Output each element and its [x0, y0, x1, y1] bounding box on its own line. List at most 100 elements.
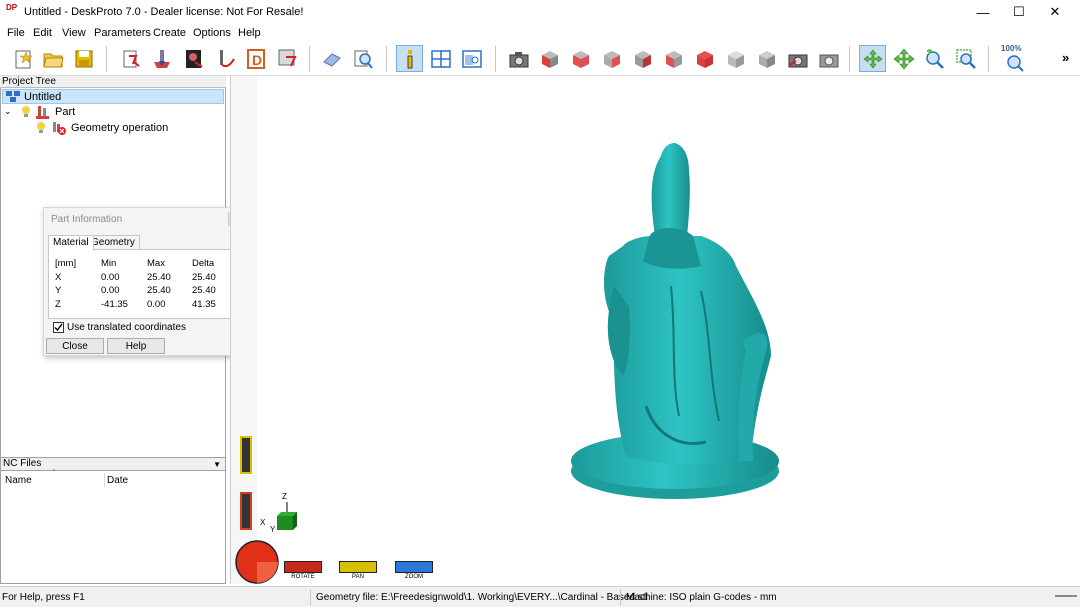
pan-view-icon[interactable] — [890, 45, 917, 72]
table-cell: 25.40 — [147, 272, 171, 283]
camera-store-icon[interactable] — [815, 45, 842, 72]
checkbox-checked-icon[interactable] — [53, 322, 64, 333]
view-bottom-icon[interactable] — [722, 45, 749, 72]
status-machine: Machine: ISO plain G-codes - mm — [626, 592, 777, 603]
rotate-control[interactable] — [284, 561, 322, 573]
rotate-label: ROTATE — [291, 574, 315, 580]
tree-root-label: Untitled — [24, 90, 62, 103]
tree-operation-label: Geometry operation — [71, 121, 169, 134]
pan-label: PAN — [352, 574, 364, 580]
table-header-delta: Delta — [192, 258, 215, 269]
create-d-icon[interactable]: D — [242, 45, 269, 72]
menu-edit[interactable]: Edit — [33, 27, 52, 39]
new-project-icon[interactable] — [9, 45, 36, 72]
status-help-text: For Help, press F1 — [2, 592, 85, 603]
menu-parameters[interactable]: Parameters — [94, 27, 151, 39]
table-header-unit: [mm] — [55, 258, 77, 269]
table-cell: 0.00 — [147, 299, 166, 310]
cardinal-figure-model — [571, 143, 779, 499]
view-front-icon[interactable] — [567, 45, 594, 72]
nc-files-header[interactable]: NC Files ▼ — [0, 457, 226, 471]
import-geometry-icon[interactable] — [117, 45, 144, 72]
tree-root-untitled[interactable]: Untitled — [2, 89, 224, 104]
toolbar-overflow-button[interactable]: » — [1062, 50, 1069, 65]
nc-files-dropdown-icon[interactable]: ▼ — [213, 459, 221, 471]
table-header-max: Max — [147, 258, 165, 269]
tree-part-label: Part — [55, 105, 76, 118]
view-left-icon[interactable] — [660, 45, 687, 72]
table-cell: 41.35 — [192, 299, 216, 310]
dialog-title: Part Information — [51, 214, 123, 225]
translated-coordinates-checkbox[interactable]: Use translated coordinates — [53, 322, 186, 333]
open-folder-icon[interactable] — [39, 45, 66, 72]
part-operation-icon[interactable] — [148, 45, 175, 72]
rotate-dial-icon[interactable] — [233, 538, 281, 584]
rotate-view-icon[interactable] — [859, 45, 886, 72]
save-disk-icon[interactable] — [70, 45, 97, 72]
table-cell: 25.40 — [192, 285, 216, 296]
menu-file[interactable]: File — [7, 27, 25, 39]
view-right-icon[interactable] — [598, 45, 625, 72]
operation-error-icon — [53, 121, 66, 135]
magnify-document-icon[interactable] — [349, 45, 376, 72]
status-bar: For Help, press F1 Geometry file: E:\Fre… — [0, 586, 1080, 607]
view-top-icon[interactable] — [691, 45, 718, 72]
tree-item-geometry-operation[interactable]: Geometry operation — [35, 120, 168, 135]
eraser-icon[interactable] — [318, 45, 345, 72]
zoom-100-icon[interactable]: 100% — [999, 44, 1029, 72]
table-cell: Z — [55, 299, 61, 310]
table-header-min: Min — [101, 258, 117, 269]
nc-column-name[interactable]: Name — [5, 475, 32, 486]
tab-material[interactable]: Material — [48, 235, 94, 250]
view-iso-icon[interactable] — [536, 45, 563, 72]
close-button[interactable]: Close — [46, 338, 104, 354]
menu-bar: File Edit View Parameters Create Options… — [0, 24, 1080, 42]
chevron-down-icon[interactable]: ⌄ — [4, 106, 16, 117]
zoom-level-label: 100% — [1001, 44, 1022, 53]
minimize-button[interactable]: — — [966, 0, 1000, 24]
project-root-icon — [6, 91, 20, 102]
table-cell: -41.35 — [101, 299, 128, 310]
close-window-button[interactable]: ✕ — [1038, 0, 1072, 24]
info-icon[interactable] — [396, 45, 423, 72]
part-information-dialog: Part Information Material Geometry [mm] … — [43, 207, 245, 356]
zoom-in-icon[interactable] — [921, 45, 948, 72]
menu-help[interactable]: Help — [238, 27, 261, 39]
status-geometry-file: Geometry file: E:\Freedesignwold\1. Work… — [316, 592, 648, 603]
camera-reset-icon[interactable] — [784, 45, 811, 72]
lightbulb-icon[interactable] — [35, 121, 47, 135]
window-title: Untitled - DeskProto 7.0 - Dealer licens… — [24, 6, 304, 18]
lightbulb-icon[interactable] — [20, 105, 32, 119]
save-nc-icon[interactable] — [273, 45, 300, 72]
help-button[interactable]: Help — [107, 338, 165, 354]
maximize-button[interactable]: ☐ — [1002, 0, 1036, 24]
layout-window-icon[interactable] — [427, 45, 454, 72]
table-cell: Y — [55, 285, 62, 296]
menu-create[interactable]: Create — [153, 27, 186, 39]
image-operation-icon[interactable] — [180, 45, 207, 72]
zoom-control[interactable] — [395, 561, 433, 573]
resize-grip-icon[interactable] — [1055, 595, 1077, 597]
menu-options[interactable]: Options — [193, 27, 231, 39]
zoom-window-icon[interactable] — [952, 45, 979, 72]
nc-files-list[interactable]: Name Date ⌃ — [0, 469, 226, 584]
axis-indicator: Z X Y — [259, 492, 303, 540]
view-shaded-icon[interactable] — [753, 45, 780, 72]
tab-geometry[interactable]: Geometry — [86, 235, 140, 249]
3d-viewport[interactable]: ◀ Z X Y ROTATE PAN ZOOM — [230, 76, 1080, 584]
svg-text:D: D — [252, 52, 262, 68]
view-window-icon[interactable] — [458, 45, 485, 72]
deskproto-logo-icon: DP — [6, 3, 18, 12]
toolpath-icon[interactable] — [211, 45, 238, 72]
view-back-icon[interactable] — [629, 45, 656, 72]
camera-icon[interactable] — [505, 45, 532, 72]
pan-control[interactable] — [339, 561, 377, 573]
project-tree-header: Project Tree — [0, 76, 226, 88]
menu-view[interactable]: View — [62, 27, 86, 39]
nc-column-date[interactable]: Date — [107, 475, 128, 486]
table-cell: 0.00 — [101, 272, 120, 283]
zoom-slider-vertical[interactable] — [240, 492, 252, 530]
table-cell: 0.00 — [101, 285, 120, 296]
rotate-slider-vertical[interactable] — [240, 436, 252, 474]
tree-item-part[interactable]: ⌄ Part — [4, 104, 75, 119]
